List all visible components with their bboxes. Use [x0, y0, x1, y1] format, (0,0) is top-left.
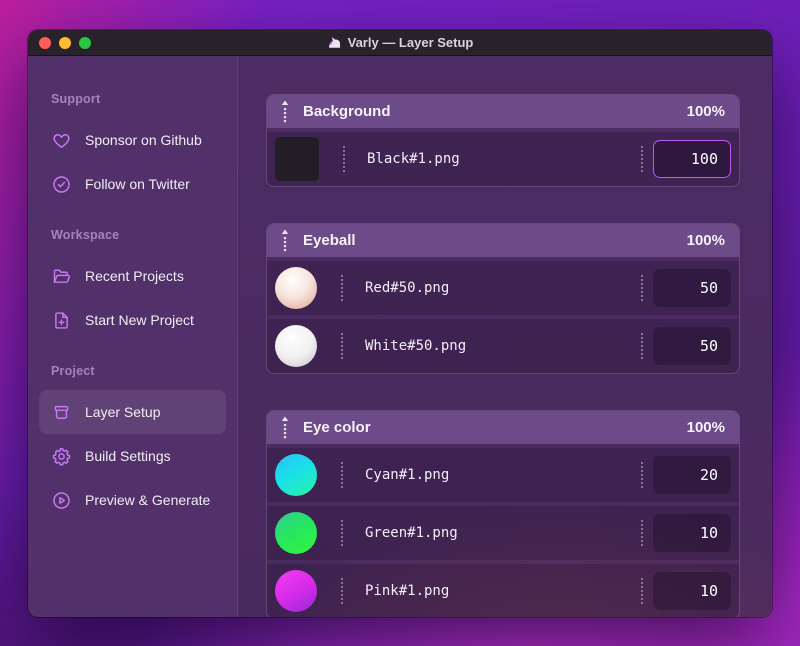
sidebar-item-preview-generate[interactable]: Preview & Generate: [39, 478, 226, 522]
layer-row: Black#1.png: [267, 132, 739, 186]
layer-filename: Pink#1.png: [365, 583, 450, 599]
group-opacity: 100%: [686, 103, 725, 120]
layer-filename: Black#1.png: [367, 151, 460, 167]
layer-group-background: Background 100% Black#1.png: [266, 94, 740, 187]
minimize-button[interactable]: [59, 36, 71, 49]
pink-circle-thumbnail: [275, 570, 317, 612]
group-opacity: 100%: [686, 232, 725, 249]
layer-weight-input[interactable]: [653, 327, 731, 365]
dotted-divider: [641, 146, 643, 172]
cyan-circle-thumbnail: [275, 454, 317, 496]
layer-weight-input[interactable]: [653, 514, 731, 552]
verified-check-icon: [51, 174, 72, 195]
drag-handle-icon[interactable]: [281, 229, 289, 252]
dotted-divider: [641, 578, 643, 604]
white-sphere-thumbnail: [275, 325, 317, 367]
sidebar-item-label: Follow on Twitter: [85, 176, 190, 192]
red-sphere-thumbnail: [275, 267, 317, 309]
group-name: Eyeball: [303, 232, 356, 249]
dotted-divider: [341, 333, 343, 359]
layer-row: White#50.png: [267, 319, 739, 373]
sidebar-item-recent-projects[interactable]: Recent Projects: [39, 254, 226, 298]
drag-handle-icon[interactable]: [281, 100, 289, 123]
titlebar[interactable]: Varly — Layer Setup: [28, 30, 772, 56]
window-body: Support Sponsor on Github Follow on Twitte…: [28, 56, 772, 617]
layer-filename: Red#50.png: [365, 280, 450, 296]
group-name: Eye color: [303, 419, 371, 436]
layer-group-eyeball: Eyeball 100% Red#50.png White#50.png: [266, 223, 740, 374]
dotted-divider: [641, 333, 643, 359]
layer-group-header[interactable]: Eyeball 100%: [267, 224, 739, 257]
play-circle-icon: [51, 490, 72, 511]
archive-box-icon: [51, 402, 72, 423]
dotted-divider: [641, 520, 643, 546]
sidebar-item-build-settings[interactable]: Build Settings: [39, 434, 226, 478]
drag-handle-icon[interactable]: [281, 416, 289, 439]
green-circle-thumbnail: [275, 512, 317, 554]
sidebar-item-label: Build Settings: [85, 448, 171, 464]
group-opacity: 100%: [686, 419, 725, 436]
heart-icon: [51, 130, 72, 151]
window-title: Varly — Layer Setup: [327, 35, 474, 50]
sidebar-section-label-support: Support: [51, 92, 101, 106]
file-plus-icon: [51, 310, 72, 331]
dotted-divider: [341, 275, 343, 301]
gear-icon: [51, 446, 72, 467]
dotted-divider: [641, 275, 643, 301]
desktop-wallpaper: Varly — Layer Setup Support Sponsor on Gi…: [0, 0, 800, 646]
layer-filename: White#50.png: [365, 338, 467, 354]
sidebar-item-label: Sponsor on Github: [85, 132, 202, 148]
layer-group-header[interactable]: Eye color 100%: [267, 411, 739, 444]
zoom-button[interactable]: [79, 36, 91, 49]
layer-weight-input[interactable]: [653, 572, 731, 610]
layer-filename: Cyan#1.png: [365, 467, 450, 483]
sidebar-item-layer-setup[interactable]: Layer Setup: [39, 390, 226, 434]
sidebar: Support Sponsor on Github Follow on Twitte…: [28, 56, 238, 617]
unicorn-icon: [327, 35, 342, 50]
sidebar-item-label: Preview & Generate: [85, 492, 211, 508]
layer-row: Red#50.png: [267, 261, 739, 315]
layer-filename: Green#1.png: [365, 525, 458, 541]
layer-row: Green#1.png: [267, 506, 739, 560]
sidebar-item-label: Start New Project: [85, 312, 194, 328]
sidebar-item-label: Layer Setup: [85, 404, 161, 420]
sidebar-item-label: Recent Projects: [85, 268, 184, 284]
layer-setup-panel: Background 100% Black#1.png Eyeball 100% Red#…: [238, 56, 772, 617]
folder-open-icon: [51, 266, 72, 287]
dotted-divider: [341, 462, 343, 488]
sidebar-section-label-workspace: Workspace: [51, 228, 120, 242]
sidebar-section-label-project: Project: [51, 364, 95, 378]
layer-row: Cyan#1.png: [267, 448, 739, 502]
dotted-divider: [341, 520, 343, 546]
close-button[interactable]: [39, 36, 51, 49]
layer-weight-input[interactable]: [653, 269, 731, 307]
layer-weight-input[interactable]: [653, 456, 731, 494]
layer-weight-input[interactable]: [653, 140, 731, 178]
sidebar-item-sponsor-on-github[interactable]: Sponsor on Github: [39, 118, 226, 162]
dotted-divider: [343, 146, 345, 172]
sidebar-item-start-new-project[interactable]: Start New Project: [39, 298, 226, 342]
layer-group-eye-color: Eye color 100% Cyan#1.png Green#1.png Pink#1…: [266, 410, 740, 617]
dotted-divider: [341, 578, 343, 604]
dotted-divider: [641, 462, 643, 488]
black-square-thumbnail: [275, 137, 319, 181]
traffic-lights: [39, 30, 91, 55]
layer-row: Pink#1.png: [267, 564, 739, 617]
group-name: Background: [303, 103, 391, 120]
app-window: Varly — Layer Setup Support Sponsor on Gi…: [28, 30, 772, 617]
sidebar-item-follow-on-twitter[interactable]: Follow on Twitter: [39, 162, 226, 206]
layer-group-header[interactable]: Background 100%: [267, 95, 739, 128]
window-title-text: Varly — Layer Setup: [347, 35, 474, 50]
